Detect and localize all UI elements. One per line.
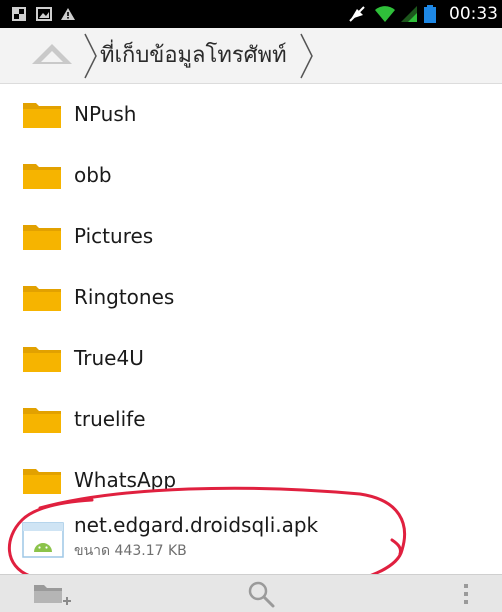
apk-file-name: net.edgard.droidsqli.apk [74,513,319,537]
chevron-right-icon [300,33,313,79]
file-name: True4U [74,346,144,370]
flipboard-icon [12,0,26,28]
folder-item-npush[interactable]: NPush [0,84,502,144]
folder-icon [23,408,61,433]
mute-icon [348,0,366,28]
file-name: Pictures [74,224,154,248]
file-name: WhatsApp [74,468,177,492]
status-time: 00:33 [449,4,498,24]
chevron-right-icon [84,33,97,79]
folder-icon [23,225,61,250]
signal-icon [400,0,418,28]
apk-file-size: ขนาด 443.17 KB [74,543,187,559]
overflow-menu-icon [464,584,468,604]
file-name: obb [74,163,112,187]
status-bar: 00:33 [0,0,502,28]
overflow-menu-button[interactable] [446,575,486,612]
folder-item-ringtones[interactable]: Ringtones [0,267,502,327]
file-name: truelife [74,407,146,431]
image-icon [36,0,52,28]
breadcrumb: ที่เก็บข้อมูลโทรศัพท์ [0,28,502,84]
search-button[interactable] [236,575,286,612]
new-folder-icon [34,585,71,605]
warning-icon [60,0,76,28]
folder-item-truelife[interactable]: truelife [0,389,502,449]
file-name: NPush [74,102,137,126]
breadcrumb-current-folder[interactable]: ที่เก็บข้อมูลโทรศัพท์ [100,28,300,84]
file-name: Ringtones [74,285,175,309]
folder-icon [23,164,61,189]
new-folder-button[interactable] [20,575,80,612]
bottom-toolbar [0,574,502,612]
home-icon [32,44,72,64]
wifi-icon [374,0,396,28]
folder-icon [23,103,61,128]
search-icon [248,581,275,608]
apk-file-item[interactable]: net.edgard.droidsqli.apk ขนาด 443.17 KB [0,500,502,570]
folder-icon [23,469,61,494]
folder-item-true4u[interactable]: True4U [0,328,502,388]
home-button[interactable] [28,40,76,72]
folder-icon [23,286,61,311]
folder-icon [23,347,61,372]
folder-item-obb[interactable]: obb [0,145,502,205]
android-apk-icon [22,522,64,558]
battery-icon [424,0,436,28]
folder-item-pictures[interactable]: Pictures [0,206,502,266]
